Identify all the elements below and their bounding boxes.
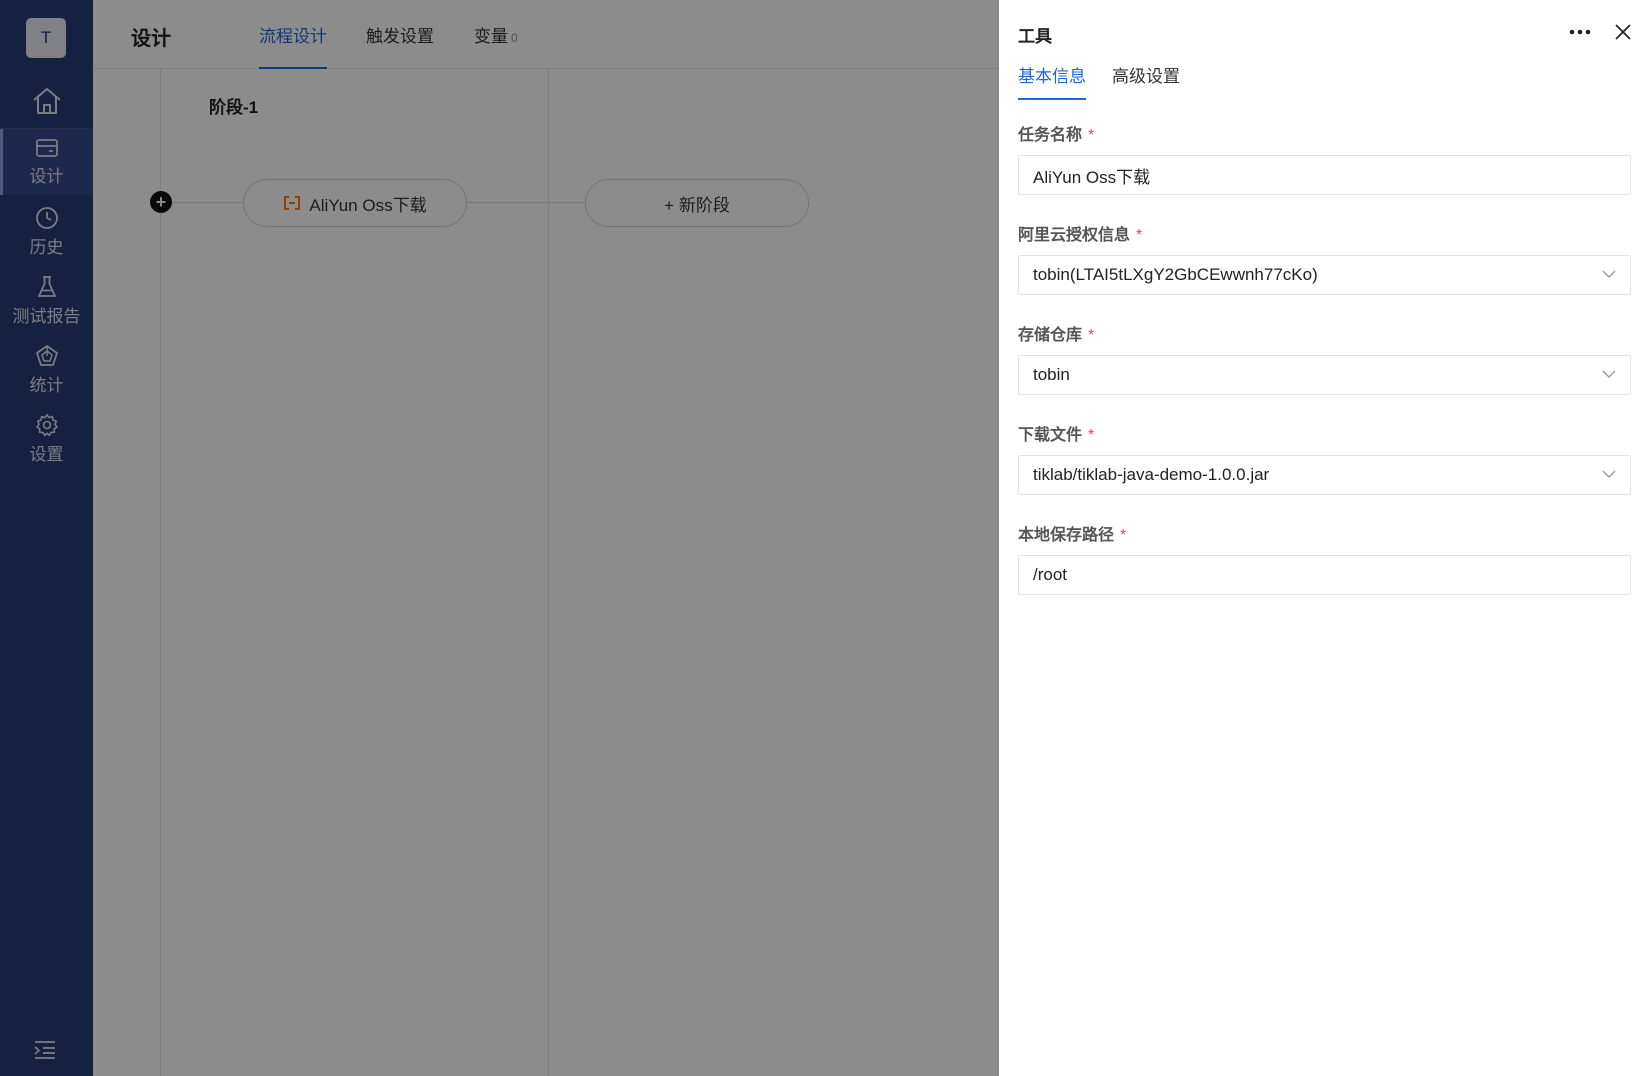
task-name-label: 任务名称 * <box>1018 127 1095 144</box>
tab-label: 高级设置 <box>1112 67 1180 86</box>
chevron-down-icon <box>1602 270 1616 278</box>
more-button[interactable] <box>1567 22 1593 42</box>
tab-advanced-settings[interactable]: 高级设置 <box>1112 62 1180 100</box>
tab-basic-info[interactable]: 基本信息 <box>1018 62 1086 100</box>
required-mark: * <box>1120 527 1127 544</box>
required-mark: * <box>1136 227 1143 244</box>
tool-drawer: 工具 基本信息 高级设置 任务名称* 阿里云授权信息* tobin(LTAI5t… <box>999 0 1646 1076</box>
bucket-label: 存储仓库 * <box>1018 327 1095 344</box>
modal-mask[interactable] <box>0 0 999 1076</box>
required-mark: * <box>1088 427 1095 444</box>
download-file-select[interactable]: tiklab/tiklab-java-demo-1.0.0.jar <box>1018 455 1631 495</box>
auth-select-value: tobin(LTAI5tLXgY2GbCEwwnh77cKo) <box>1033 265 1318 284</box>
required-mark: * <box>1088 327 1095 344</box>
download-file-value: tiklab/tiklab-java-demo-1.0.0.jar <box>1033 465 1270 484</box>
auth-label: 阿里云授权信息 * <box>1018 227 1143 244</box>
auth-select[interactable]: tobin(LTAI5tLXgY2GbCEwwnh77cKo) <box>1018 255 1631 295</box>
drawer-title: 工具 <box>1018 27 1052 46</box>
bucket-select-value: tobin <box>1033 365 1070 384</box>
chevron-down-icon <box>1602 470 1616 478</box>
close-button[interactable] <box>1611 20 1635 44</box>
close-icon <box>1615 24 1631 40</box>
tab-label: 基本信息 <box>1018 67 1086 86</box>
more-icon <box>1569 29 1591 35</box>
local-path-label: 本地保存路径 * <box>1018 527 1127 544</box>
local-path-input[interactable] <box>1018 555 1631 595</box>
chevron-down-icon <box>1602 370 1616 378</box>
task-name-input[interactable] <box>1018 155 1631 195</box>
bucket-select[interactable]: tobin <box>1018 355 1631 395</box>
required-mark: * <box>1088 127 1095 144</box>
download-file-label: 下载文件 * <box>1018 427 1095 444</box>
